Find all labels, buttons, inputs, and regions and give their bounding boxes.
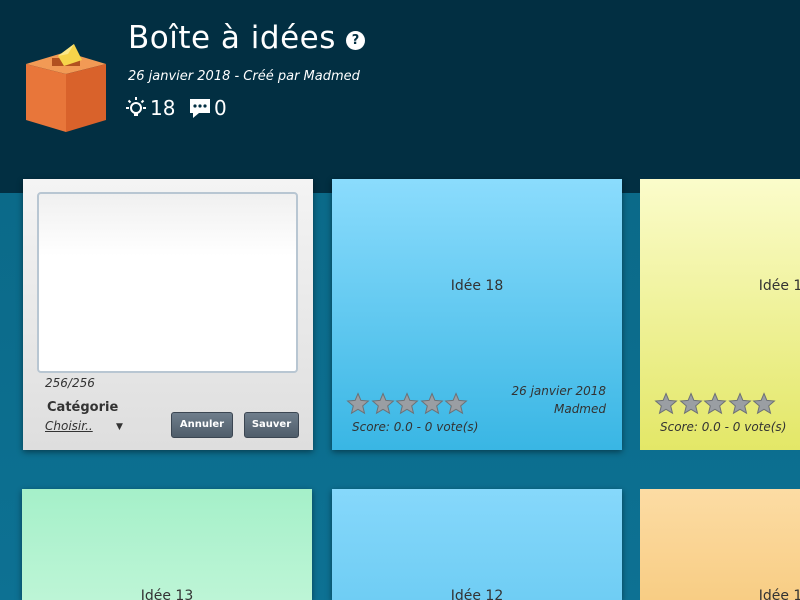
comment-icon: [190, 99, 210, 118]
idea-title: Idée 11: [758, 588, 800, 600]
new-idea-form: 256/256 Catégorie Choisir.. ▼ Annuler Sa…: [23, 179, 313, 450]
star-icon[interactable]: [346, 392, 370, 416]
idea-card[interactable]: Idée 12: [332, 489, 622, 600]
board-subtitle: 26 janvier 2018 - Créé par Madmed: [128, 69, 360, 84]
idea-date: 26 janvier 2018: [511, 384, 606, 398]
idea-meta: 26 janvier 2018 Madmed: [512, 382, 606, 418]
idea-card[interactable]: Idée 18 26 janvier 2018 Madmed Score: 0.…: [332, 179, 622, 450]
ideas-count: 18: [150, 96, 176, 120]
lightbulb-icon: [126, 97, 146, 116]
idea-card[interactable]: Idée 17 Score: 0.0 - 0 vote(s): [640, 179, 800, 450]
ballot-box-icon: [26, 44, 106, 132]
category-select[interactable]: Choisir..: [45, 419, 93, 433]
star-icon[interactable]: [419, 392, 444, 416]
comments-count: 0: [214, 96, 227, 120]
star-icon[interactable]: [752, 392, 776, 416]
idea-textarea[interactable]: [37, 192, 298, 373]
idea-title: Idée 13: [140, 588, 194, 600]
cancel-button[interactable]: Annuler: [171, 412, 233, 438]
star-icon[interactable]: [444, 392, 468, 416]
idea-title: Idée 18: [450, 278, 504, 294]
star-icon[interactable]: [395, 392, 419, 416]
idea-score: Score: 0.0 - 0 vote(s): [352, 420, 479, 434]
star-icon[interactable]: [727, 392, 752, 416]
idea-card[interactable]: Idée 11: [640, 489, 800, 600]
star-icon[interactable]: [654, 392, 678, 416]
star-icon[interactable]: [370, 392, 395, 416]
chevron-down-icon[interactable]: ▼: [116, 422, 123, 432]
page-header: Boîte à idées ? 26 janvier 2018 - Créé p…: [0, 0, 800, 193]
page-title: Boîte à idées: [128, 20, 336, 56]
idea-title: Idée 12: [450, 588, 504, 600]
category-label: Catégorie: [47, 400, 119, 415]
save-button[interactable]: Sauver: [244, 412, 299, 438]
star-rating[interactable]: [654, 392, 776, 416]
char-counter: 256/256: [45, 376, 95, 390]
idea-card[interactable]: Idée 13: [22, 489, 312, 600]
help-icon[interactable]: ?: [346, 31, 365, 50]
star-rating[interactable]: [346, 392, 468, 416]
star-icon[interactable]: [703, 392, 727, 416]
star-icon[interactable]: [678, 392, 703, 416]
idea-score: Score: 0.0 - 0 vote(s): [660, 420, 787, 434]
idea-author: Madmed: [553, 402, 606, 416]
idea-title: Idée 17: [758, 278, 800, 294]
